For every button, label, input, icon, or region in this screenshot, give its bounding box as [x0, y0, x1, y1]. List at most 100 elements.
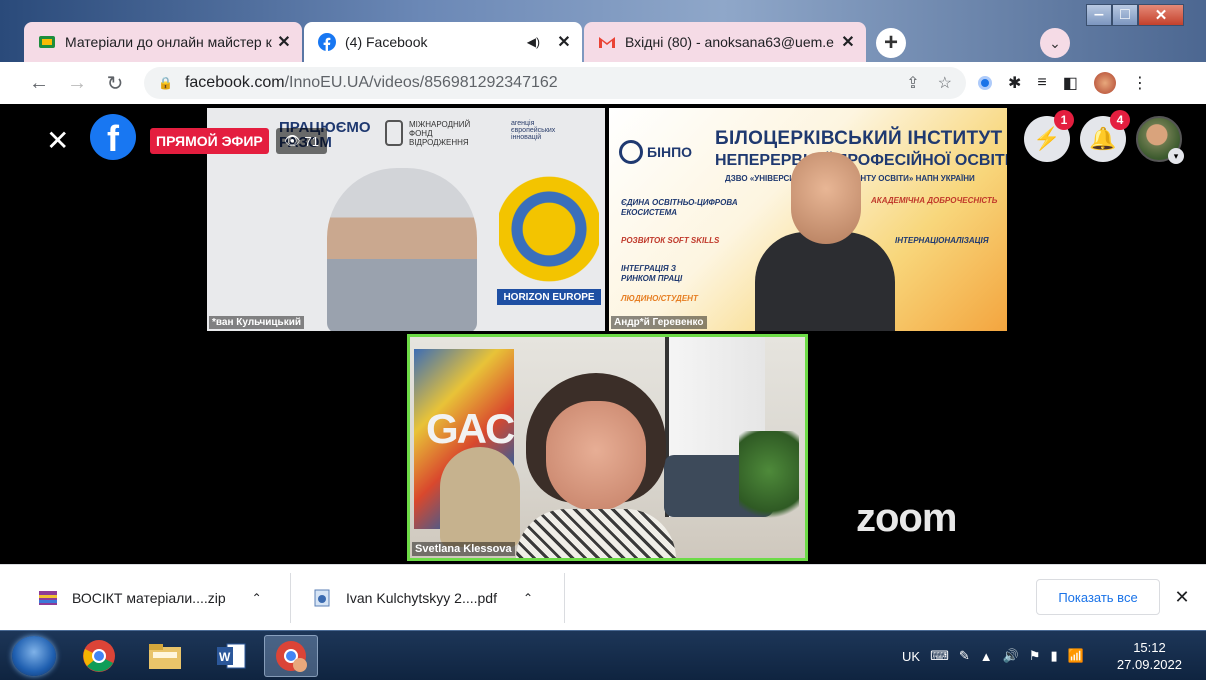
- keyboard-icon[interactable]: ⌨: [930, 648, 949, 664]
- speaker-body: [516, 509, 676, 558]
- show-all-button[interactable]: Показать все: [1036, 579, 1160, 615]
- clock[interactable]: 15:12 27.09.2022: [1117, 639, 1182, 673]
- institute-logo-icon: [619, 140, 643, 164]
- chevron-up-icon[interactable]: ⌃: [523, 591, 533, 605]
- close-icon[interactable]: ✕: [1170, 585, 1194, 609]
- notifications-badge: 4: [1110, 110, 1130, 130]
- slide-tag: ІНТЕРНАЦІОНАЛІЗАЦІЯ: [895, 236, 989, 245]
- download-bar: ВОСІКТ матеріали....zip ⌃ Ivan Kulchytsk…: [0, 564, 1206, 630]
- new-tab-button[interactable]: +: [876, 28, 906, 58]
- back-arrow-icon[interactable]: ←: [24, 68, 54, 98]
- slide-tag: ЛЮДИНО/СТУДЕНТ: [621, 294, 698, 303]
- video-tile-klessova: GAC Svetlana Klessova: [407, 334, 808, 561]
- tab-strip: Матеріали до онлайн майстер к ✕ (4) Face…: [0, 0, 1206, 62]
- fund-text: МІЖНАРОДНИЙ ФОНД ВІДРОДЖЕННЯ: [409, 120, 471, 147]
- account-avatar[interactable]: ▾: [1136, 116, 1184, 164]
- signal-icon[interactable]: 📶: [1068, 648, 1084, 664]
- window-controls: ‒ □ ✕: [1086, 4, 1184, 26]
- divider: [290, 573, 291, 623]
- chevron-up-icon[interactable]: ⌃: [252, 591, 262, 605]
- close-window-button[interactable]: ✕: [1138, 4, 1184, 26]
- system-tray: UK ⌨ ✎ ▲ 🔊 ⚑ ▮ 📶: [902, 631, 1084, 680]
- speaker-icon[interactable]: ◀): [527, 35, 540, 49]
- fund-mark-icon: [385, 120, 403, 146]
- background-chair: [440, 447, 520, 547]
- messenger-badge: 1: [1054, 110, 1074, 130]
- institute-short-name: БІНПО: [647, 144, 693, 160]
- svg-text:W: W: [219, 650, 231, 664]
- viewer-count: 👁 71: [276, 128, 327, 154]
- tab-title: Вхідні (80) - anoksana63@uem.e: [625, 34, 834, 50]
- classroom-icon: [38, 33, 56, 51]
- action-center-flag-icon[interactable]: ⚑: [1029, 648, 1041, 664]
- viewer-count-value: 71: [304, 133, 319, 149]
- tab-title: Матеріали до онлайн майстер к: [65, 34, 272, 50]
- participant-name: Svetlana Klessova: [412, 542, 515, 556]
- chrome-active-task[interactable]: [264, 635, 318, 677]
- download-item[interactable]: Ivan Kulchytskyy 2....pdf ⌃: [312, 565, 533, 631]
- speaker-figure: [327, 168, 477, 331]
- slide-tag: РОЗВИТОК SOFT SKILLS: [621, 236, 720, 245]
- clock-date: 27.09.2022: [1116, 657, 1182, 672]
- battery-icon[interactable]: ▮: [1050, 648, 1057, 664]
- side-panel-icon[interactable]: ◧: [1063, 73, 1078, 93]
- live-badge: ПРЯМОЙ ЭФИР: [150, 128, 269, 154]
- clock-time: 15:12: [1133, 640, 1166, 655]
- extensions-puzzle-icon[interactable]: ✱: [1008, 73, 1021, 93]
- artwork-text: GAC: [426, 405, 515, 452]
- participant-name: *ван Кульчицький: [209, 316, 304, 329]
- profile-avatar[interactable]: [1093, 72, 1116, 94]
- slide-tag: ІНТЕГРАЦІЯ З РИНКОМ ПРАЦІ: [621, 264, 683, 283]
- agency-logo: агенція європейських інновацій: [511, 120, 556, 141]
- close-icon[interactable]: ✕: [274, 32, 294, 52]
- pen-icon[interactable]: ✎: [959, 648, 970, 664]
- messenger-icon: ⚡: [1033, 126, 1061, 151]
- slide-tag: ЄДИНА ОСВІТНЬО-ЦИФРОВА ЕКОСИСТЕМА: [621, 198, 738, 217]
- language-indicator[interactable]: UK: [902, 649, 920, 664]
- minimize-button[interactable]: ‒: [1086, 4, 1112, 26]
- divider: [564, 573, 565, 623]
- more-menu-icon[interactable]: ⋮: [1132, 73, 1148, 93]
- facebook-logo-icon[interactable]: f: [90, 114, 136, 160]
- word-task[interactable]: W: [204, 635, 258, 677]
- show-hidden-icons-arrow[interactable]: ▲: [980, 649, 993, 664]
- speaker-figure: [755, 148, 895, 331]
- institute-title-1: БІЛОЦЕРКІВСЬКИЙ ІНСТИТУТ: [715, 128, 1003, 149]
- lock-icon[interactable]: 🔒: [158, 76, 173, 90]
- speaker-body: [755, 232, 895, 331]
- folder-icon: [149, 644, 181, 669]
- messenger-button[interactable]: ⚡ 1: [1024, 110, 1074, 162]
- chevron-down-icon: ▾: [1168, 148, 1184, 164]
- video-tile-gerevenko: БІНПО БІЛОЦЕРКІВСЬКИЙ ІНСТИТУТ НЕПЕРЕРВН…: [609, 108, 1007, 331]
- close-icon[interactable]: ✕: [838, 32, 858, 52]
- chrome-task[interactable]: [72, 635, 126, 677]
- forward-arrow-icon[interactable]: →: [62, 68, 92, 98]
- facebook-icon: [318, 33, 336, 51]
- tab-facebook[interactable]: (4) Facebook ◀) ✕: [304, 22, 582, 62]
- browser-toolbar: ← → ↻ 🔒 facebook.com/InnoEU.UA/videos/85…: [0, 62, 1206, 104]
- volume-icon[interactable]: 🔊: [1003, 648, 1019, 664]
- bell-icon: 🔔: [1089, 126, 1117, 151]
- extension-dot-icon[interactable]: [978, 76, 992, 90]
- maximize-button[interactable]: □: [1112, 4, 1138, 26]
- tab-materials[interactable]: Матеріали до онлайн майстер к ✕: [24, 22, 302, 62]
- download-filename: Ivan Kulchytskyy 2....pdf: [346, 590, 497, 606]
- download-item[interactable]: ВОСІКТ матеріали....zip ⌃: [38, 565, 262, 631]
- speaker-face: [546, 401, 646, 511]
- tab-search-chevron-icon[interactable]: ⌄: [1040, 28, 1070, 58]
- close-icon[interactable]: ✕: [46, 124, 69, 157]
- close-icon[interactable]: ✕: [554, 32, 574, 52]
- horizon-label: HORIZON EUROPE: [497, 289, 601, 305]
- notifications-button[interactable]: 🔔 4: [1080, 110, 1130, 162]
- address-bar[interactable]: 🔒 facebook.com/InnoEU.UA/videos/85698129…: [144, 67, 966, 99]
- bookmark-star-icon[interactable]: ☆: [938, 73, 952, 93]
- explorer-task[interactable]: [138, 635, 192, 677]
- tab-gmail[interactable]: Вхідні (80) - anoksana63@uem.e ✕: [584, 22, 866, 62]
- reload-icon[interactable]: ↻: [100, 68, 130, 98]
- taskbar: W UK ⌨ ✎ ▲ 🔊 ⚑ ▮ 📶 15:12 27.09.2022: [0, 630, 1206, 680]
- video-player[interactable]: ✕ f ПРЯМОЙ ЭФИР 👁 71 ⚡ 1 🔔 4 ▾ ПРАЦЮЄМО …: [0, 104, 1206, 564]
- share-icon[interactable]: ⇪: [906, 73, 919, 93]
- start-button[interactable]: [12, 636, 56, 676]
- pdf-icon: [314, 589, 330, 607]
- media-queue-icon[interactable]: ≡: [1037, 74, 1046, 92]
